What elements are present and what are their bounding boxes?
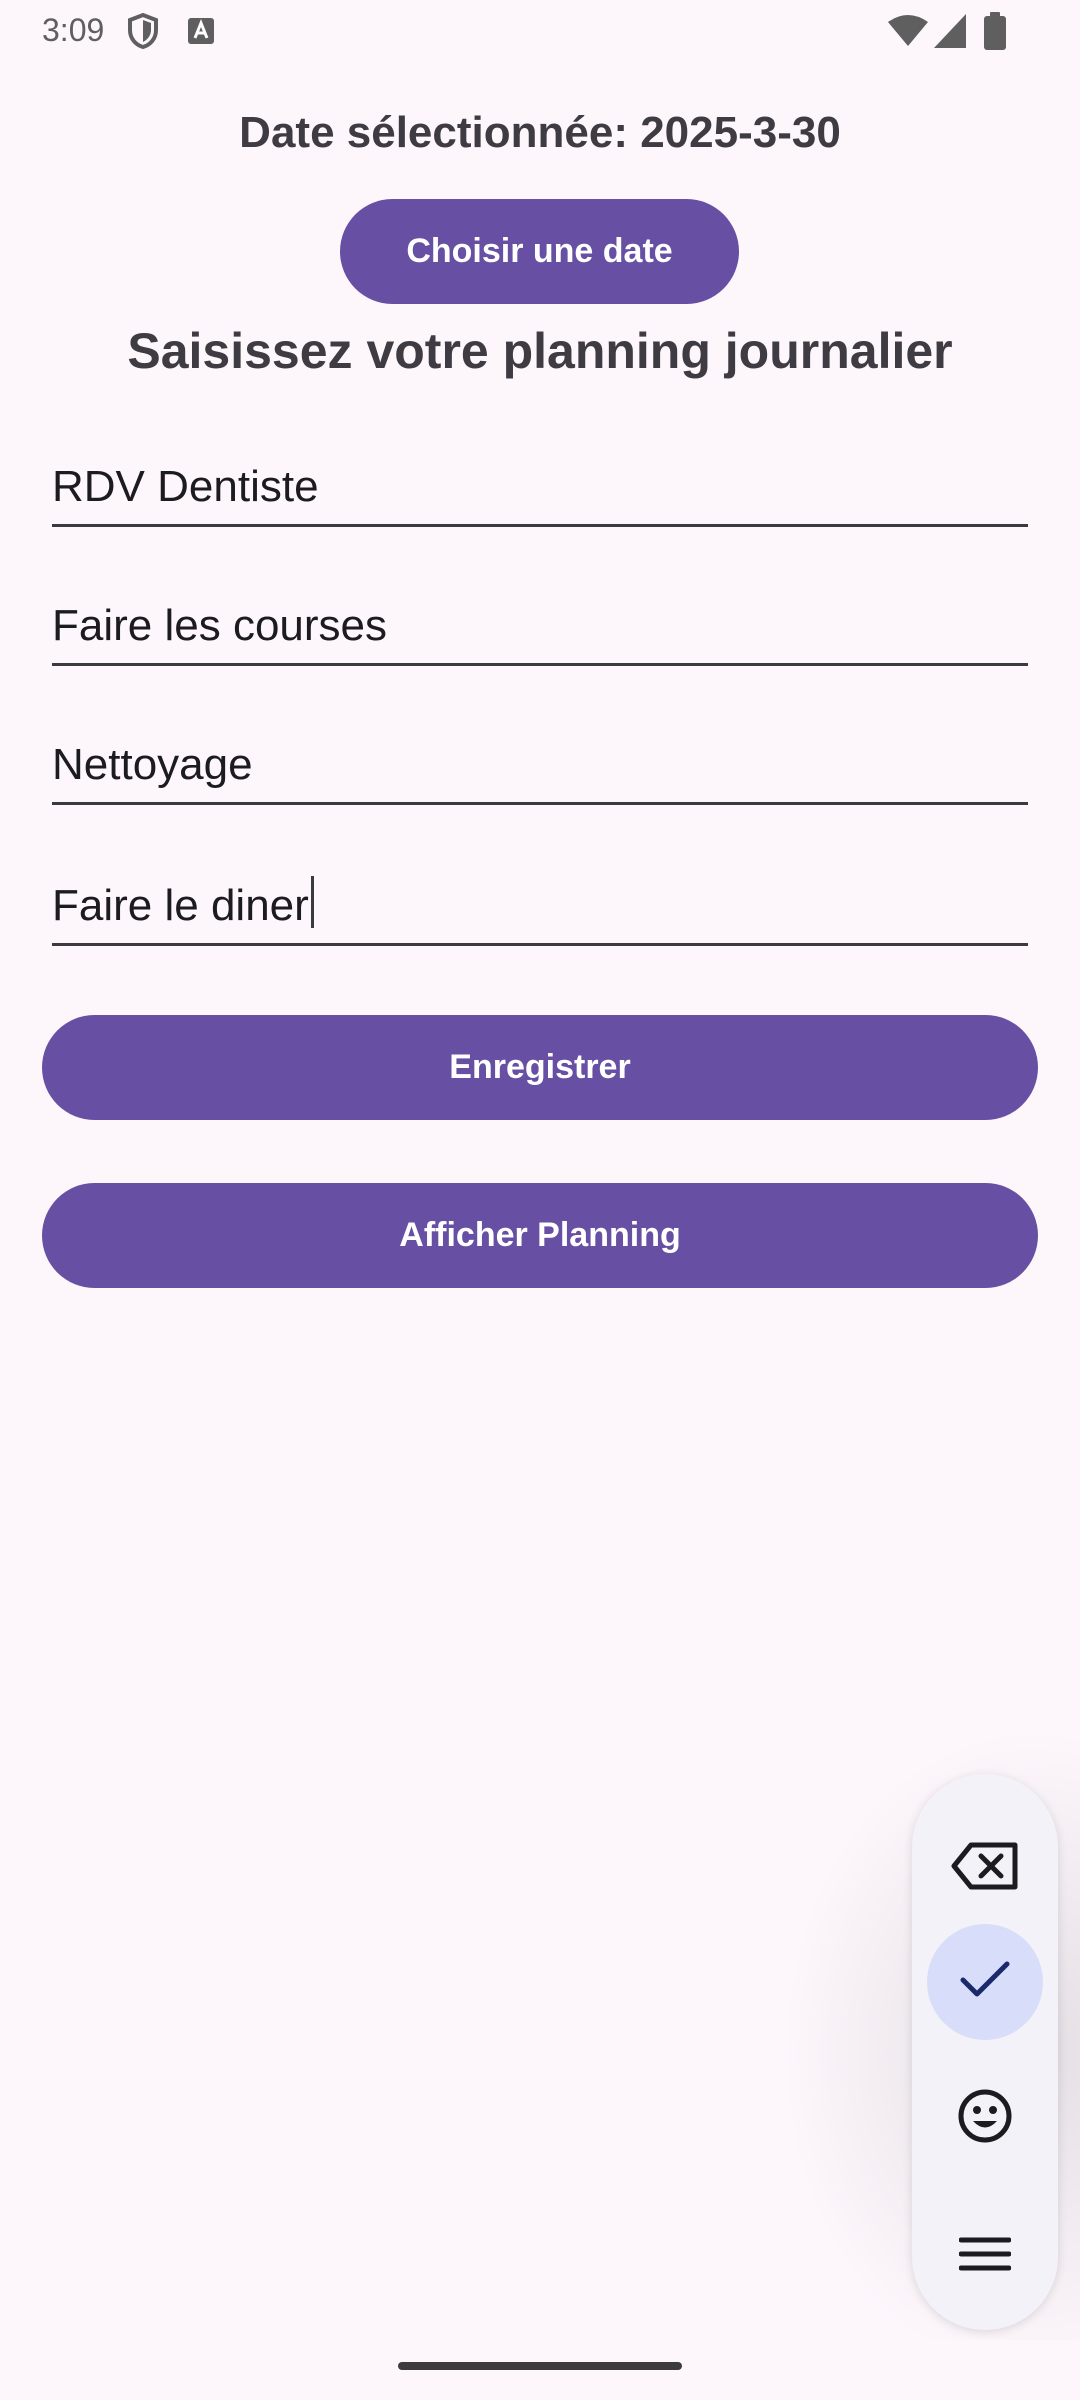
status-time: 3:09 — [42, 12, 105, 48]
emoji-icon — [957, 2088, 1013, 2149]
home-indicator[interactable] — [398, 2362, 682, 2370]
keyboard-toolbar — [912, 1774, 1058, 2330]
planning-field-3-value: Nettoyage — [52, 740, 253, 789]
emoji-key[interactable] — [927, 2060, 1043, 2176]
status-bar: 3:09 — [0, 0, 1080, 62]
menu-icon — [958, 2234, 1012, 2279]
backspace-icon — [951, 1841, 1019, 1896]
choose-date-button[interactable]: Choisir une date — [340, 199, 739, 304]
show-planning-button[interactable]: Afficher Planning — [42, 1183, 1038, 1288]
planning-field-4-line: Faire le diner — [52, 876, 314, 931]
planning-field-4-value: Faire le diner — [52, 881, 309, 930]
check-key[interactable] — [927, 1924, 1043, 2040]
section-title: Saisissez votre planning journalier — [127, 323, 953, 379]
wifi-icon — [888, 14, 928, 53]
selected-date-label: Date sélectionnée: 2025-3-30 — [239, 108, 841, 157]
backspace-key[interactable] — [927, 1810, 1043, 1926]
planning-field-1-value: RDV Dentiste — [52, 462, 319, 511]
planning-field-2[interactable]: Faire les courses — [52, 573, 1028, 666]
shield-icon — [126, 12, 160, 55]
menu-key[interactable] — [927, 2198, 1043, 2314]
battery-icon — [984, 12, 1006, 55]
keyboard-a-icon — [188, 18, 214, 49]
save-button[interactable]: Enregistrer — [42, 1015, 1038, 1120]
text-cursor — [310, 876, 314, 928]
planning-field-4[interactable]: Faire le diner — [52, 853, 1028, 946]
planning-field-3[interactable]: Nettoyage — [52, 712, 1028, 805]
check-icon — [959, 1960, 1011, 2005]
planning-field-1[interactable]: RDV Dentiste — [52, 434, 1028, 527]
signal-icon — [934, 14, 966, 53]
planning-field-2-value: Faire les courses — [52, 601, 388, 650]
